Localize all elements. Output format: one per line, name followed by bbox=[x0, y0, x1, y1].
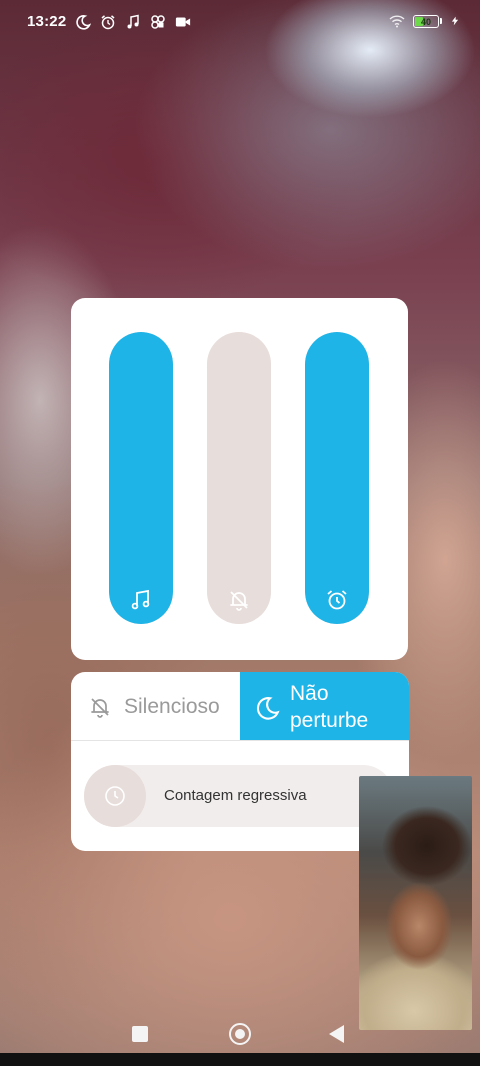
alarm-clock-icon bbox=[327, 590, 347, 610]
music-icon bbox=[127, 14, 140, 28]
status-time: 13:22 bbox=[27, 13, 67, 30]
mode-toggle-row: Silencioso Não perturbe bbox=[71, 672, 409, 741]
video-camera-icon bbox=[176, 17, 191, 26]
bell-off-icon bbox=[91, 698, 109, 718]
alarm-icon bbox=[101, 14, 115, 29]
status-bar: 13:22 40 bbox=[0, 0, 480, 44]
charging-icon bbox=[451, 16, 459, 26]
do-not-disturb-label: Não perturbe bbox=[290, 682, 369, 732]
recents-button[interactable] bbox=[132, 1026, 148, 1042]
status-bar-right: 40 bbox=[389, 13, 460, 29]
wifi-icon bbox=[389, 15, 405, 28]
home-icon bbox=[235, 1029, 245, 1039]
status-bar-left: 13:22 bbox=[27, 13, 191, 30]
silent-mode-label: Silencioso bbox=[124, 695, 220, 718]
ring-volume-slider[interactable] bbox=[207, 332, 271, 624]
bottom-edge bbox=[0, 1053, 480, 1066]
slider-fill bbox=[109, 332, 173, 624]
home-button[interactable] bbox=[229, 1023, 251, 1045]
back-button[interactable] bbox=[329, 1025, 344, 1043]
app-icon bbox=[151, 14, 166, 29]
countdown-timer-slider[interactable]: Contagem regressiva bbox=[84, 765, 394, 827]
volume-panel bbox=[71, 298, 408, 660]
clock-icon bbox=[105, 786, 125, 806]
battery-percent: 40 bbox=[420, 16, 431, 27]
bell-muted-icon bbox=[230, 591, 248, 611]
countdown-label: Contagem regressiva bbox=[164, 787, 307, 804]
do-not-disturb-button[interactable]: Não perturbe bbox=[240, 672, 409, 740]
silent-mode-button[interactable]: Silencioso bbox=[71, 672, 240, 740]
moon-icon bbox=[256, 697, 280, 720]
timer-knob[interactable] bbox=[84, 765, 146, 827]
media-volume-slider[interactable] bbox=[109, 332, 173, 624]
battery-terminal bbox=[440, 18, 442, 24]
battery-icon: 40 bbox=[413, 14, 439, 28]
moon-icon bbox=[76, 14, 92, 30]
music-note-icon bbox=[131, 589, 150, 610]
self-view-video-thumbnail[interactable] bbox=[359, 776, 472, 1030]
slider-fill bbox=[305, 332, 369, 624]
alarm-volume-slider[interactable] bbox=[305, 332, 369, 624]
